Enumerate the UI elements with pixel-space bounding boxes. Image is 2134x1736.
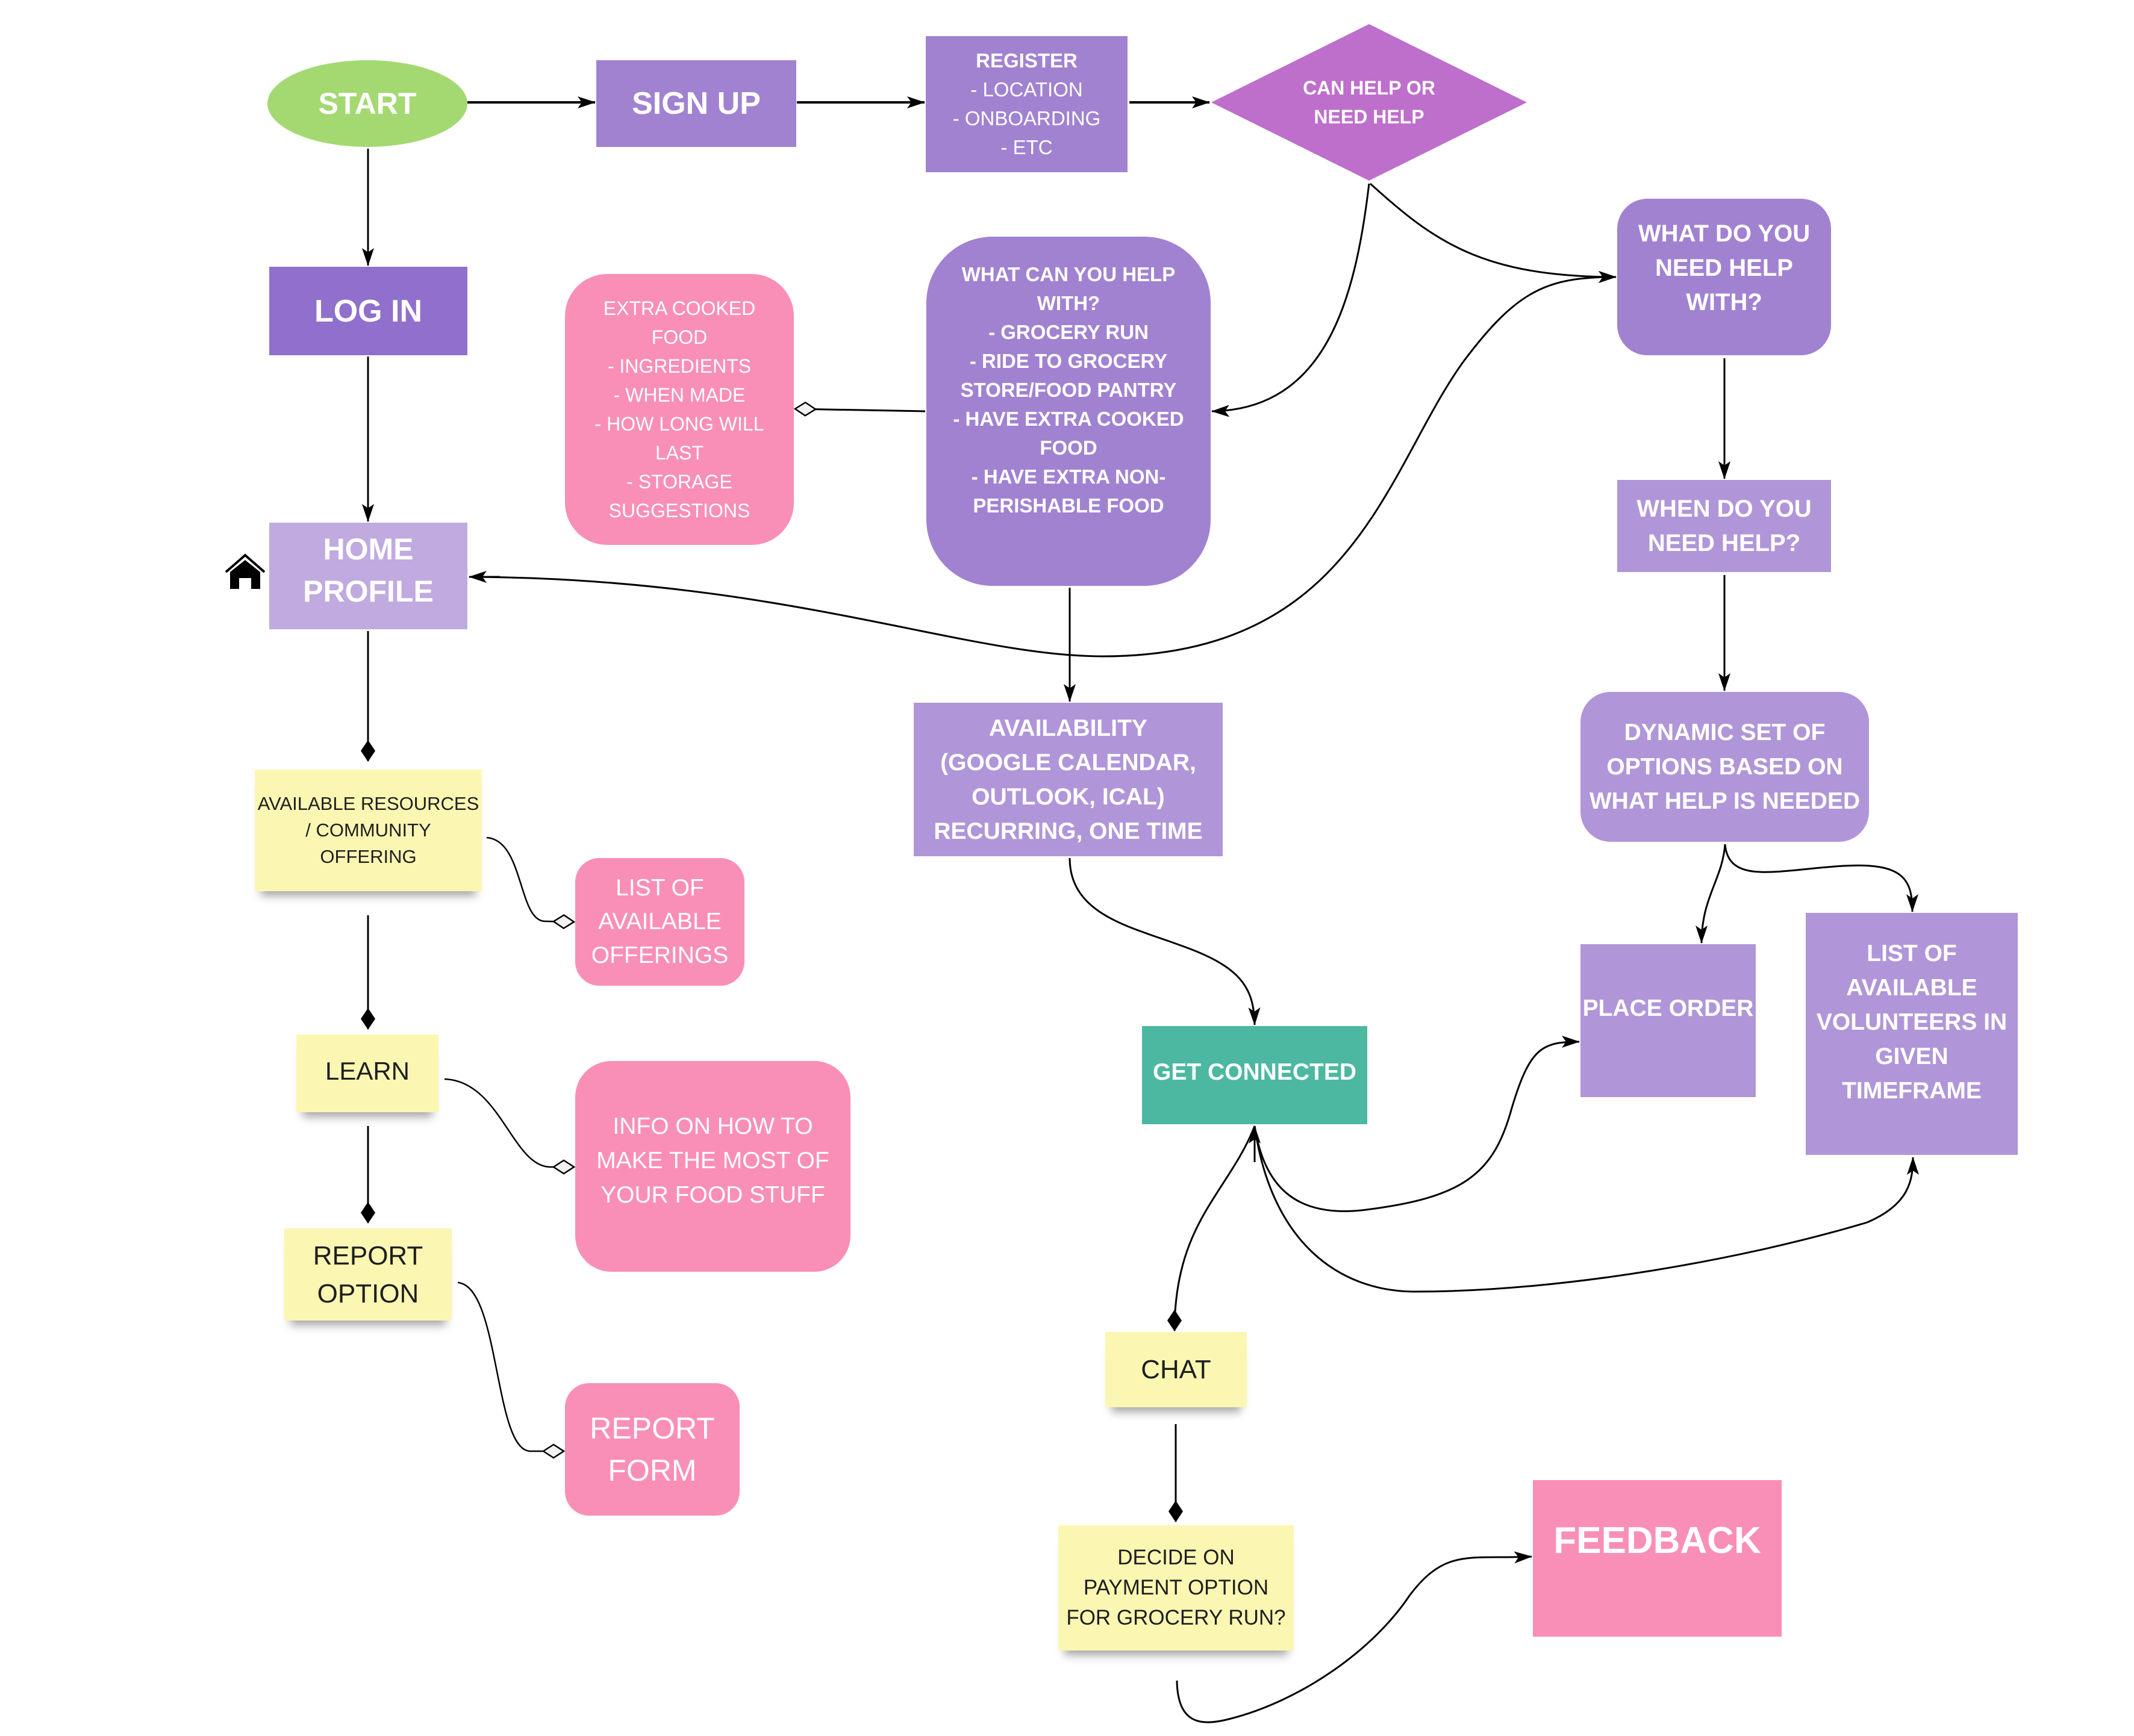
register-title: REGISTER: [976, 49, 1078, 72]
home-icon: [225, 553, 266, 589]
decide-payment-label: DECIDE ON PAYMENT OPTION FOR GROCERY RUN…: [1066, 1546, 1286, 1629]
when-do-you-need-node[interactable]: WHEN DO YOU NEED HELP?: [1617, 480, 1831, 572]
start-label: START: [318, 87, 417, 120]
chat-label: CHAT: [1141, 1354, 1211, 1384]
register-node[interactable]: REGISTER - LOCATION - ONBOARDING - ETC: [926, 36, 1128, 172]
register-item-etc: - ETC: [1000, 136, 1053, 158]
decision-node-label: CAN HELP OR NEED HELP: [1265, 63, 1473, 142]
extra-cooked-food-label: EXTRA COOKED FOOD - INGREDIENTS - WHEN M…: [594, 297, 764, 521]
list-of-volunteers-node[interactable]: LIST OF AVAILABLE VOLUNTEERS IN GIVEN TI…: [1806, 913, 2018, 1155]
report-option-note[interactable]: REPORT OPTION: [284, 1228, 452, 1321]
info-how-to-node[interactable]: INFO ON HOW TO MAKE THE MOST OF YOUR FOO…: [575, 1061, 850, 1272]
get-connected-label: GET CONNECTED: [1152, 1059, 1356, 1085]
dynamic-set-label: DYNAMIC SET OF OPTIONS BASED ON WHAT HEL…: [1589, 720, 1861, 814]
register-item-location: - LOCATION: [970, 78, 1083, 101]
edge-decision-whatneed: [1369, 182, 1617, 283]
start-node[interactable]: START: [267, 60, 467, 147]
report-option-label: REPORT OPTION: [313, 1240, 423, 1308]
learn-note[interactable]: LEARN: [296, 1034, 438, 1112]
what-can-you-help-node[interactable]: WHAT CAN YOU HELP WITH? - GROCERY RUN - …: [926, 237, 1211, 586]
when-do-you-need-label: WHEN DO YOU NEED HELP?: [1636, 495, 1812, 556]
edge-report-form: [457, 1281, 564, 1451]
available-resources-label: AVAILABLE RESOURCES / COMMUNITY OFFERING: [257, 793, 479, 867]
available-resources-note[interactable]: AVAILABLE RESOURCES / COMMUNITY OFFERING: [255, 770, 482, 891]
get-connected-node[interactable]: GET CONNECTED: [1142, 1026, 1367, 1124]
edge-getconnected-chat: [1167, 1125, 1256, 1331]
home-profile-label: HOME PROFILE: [303, 532, 434, 608]
edge-learn-info: [444, 1078, 574, 1167]
sign-up-node[interactable]: SIGN UP: [596, 60, 796, 147]
home-profile-node[interactable]: HOME PROFILE: [269, 523, 467, 629]
learn-label: LEARN: [325, 1056, 410, 1085]
availability-node[interactable]: AVAILABILITY (GOOGLE CALENDAR, OUTLOOK, …: [914, 703, 1223, 856]
availability-label: AVAILABILITY (GOOGLE CALENDAR, OUTLOOK, …: [934, 715, 1203, 844]
edge-resources-offerings: [486, 836, 574, 922]
place-order-label: PLACE ORDER: [1582, 995, 1754, 1021]
extra-cooked-food-node[interactable]: EXTRA COOKED FOOD - INGREDIENTS - WHEN M…: [565, 274, 794, 545]
dynamic-set-node[interactable]: DYNAMIC SET OF OPTIONS BASED ON WHAT HEL…: [1580, 692, 1869, 842]
edge-decision-whatcan: [1211, 183, 1370, 417]
report-form-node[interactable]: REPORT FORM: [565, 1383, 740, 1516]
log-in-label: LOG IN: [314, 293, 423, 329]
register-item-onboarding: - ONBOARDING: [952, 107, 1101, 129]
feedback-label: FEEDBACK: [1553, 1519, 1761, 1561]
list-of-offerings-label: LIST OF AVAILABLE OFFERINGS: [591, 875, 729, 968]
edge-whatcan-extrafood: [795, 409, 926, 411]
report-form-label: REPORT FORM: [590, 1411, 715, 1487]
chat-note[interactable]: CHAT: [1105, 1332, 1247, 1407]
edge-dynamic-volunteers: [1724, 844, 1918, 912]
edge-availability-getconnected: [1069, 857, 1261, 1025]
log-in-node[interactable]: LOG IN: [269, 267, 467, 355]
place-order-node[interactable]: PLACE ORDER: [1580, 944, 1756, 1097]
list-of-offerings-node[interactable]: LIST OF AVAILABLE OFFERINGS: [575, 858, 744, 986]
info-how-to-label: INFO ON HOW TO MAKE THE MOST OF YOUR FOO…: [596, 1113, 829, 1208]
what-can-you-help-label: WHAT CAN YOU HELP WITH? - GROCERY RUN - …: [953, 263, 1184, 517]
decision-label: CAN HELP OR NEED HELP: [1303, 77, 1435, 128]
list-of-volunteers-label: LIST OF AVAILABLE VOLUNTEERS IN GIVEN TI…: [1816, 940, 2008, 1104]
sign-up-label: SIGN UP: [632, 86, 761, 121]
decide-payment-note[interactable]: DECIDE ON PAYMENT OPTION FOR GROCERY RUN…: [1058, 1525, 1294, 1650]
edge-dynamic-placeorder: [1696, 844, 1726, 944]
feedback-node[interactable]: FEEDBACK: [1533, 1480, 1782, 1637]
what-do-you-need-label: WHAT DO YOU NEED HELP WITH?: [1638, 220, 1811, 316]
what-do-you-need-node[interactable]: WHAT DO YOU NEED HELP WITH?: [1617, 199, 1831, 355]
